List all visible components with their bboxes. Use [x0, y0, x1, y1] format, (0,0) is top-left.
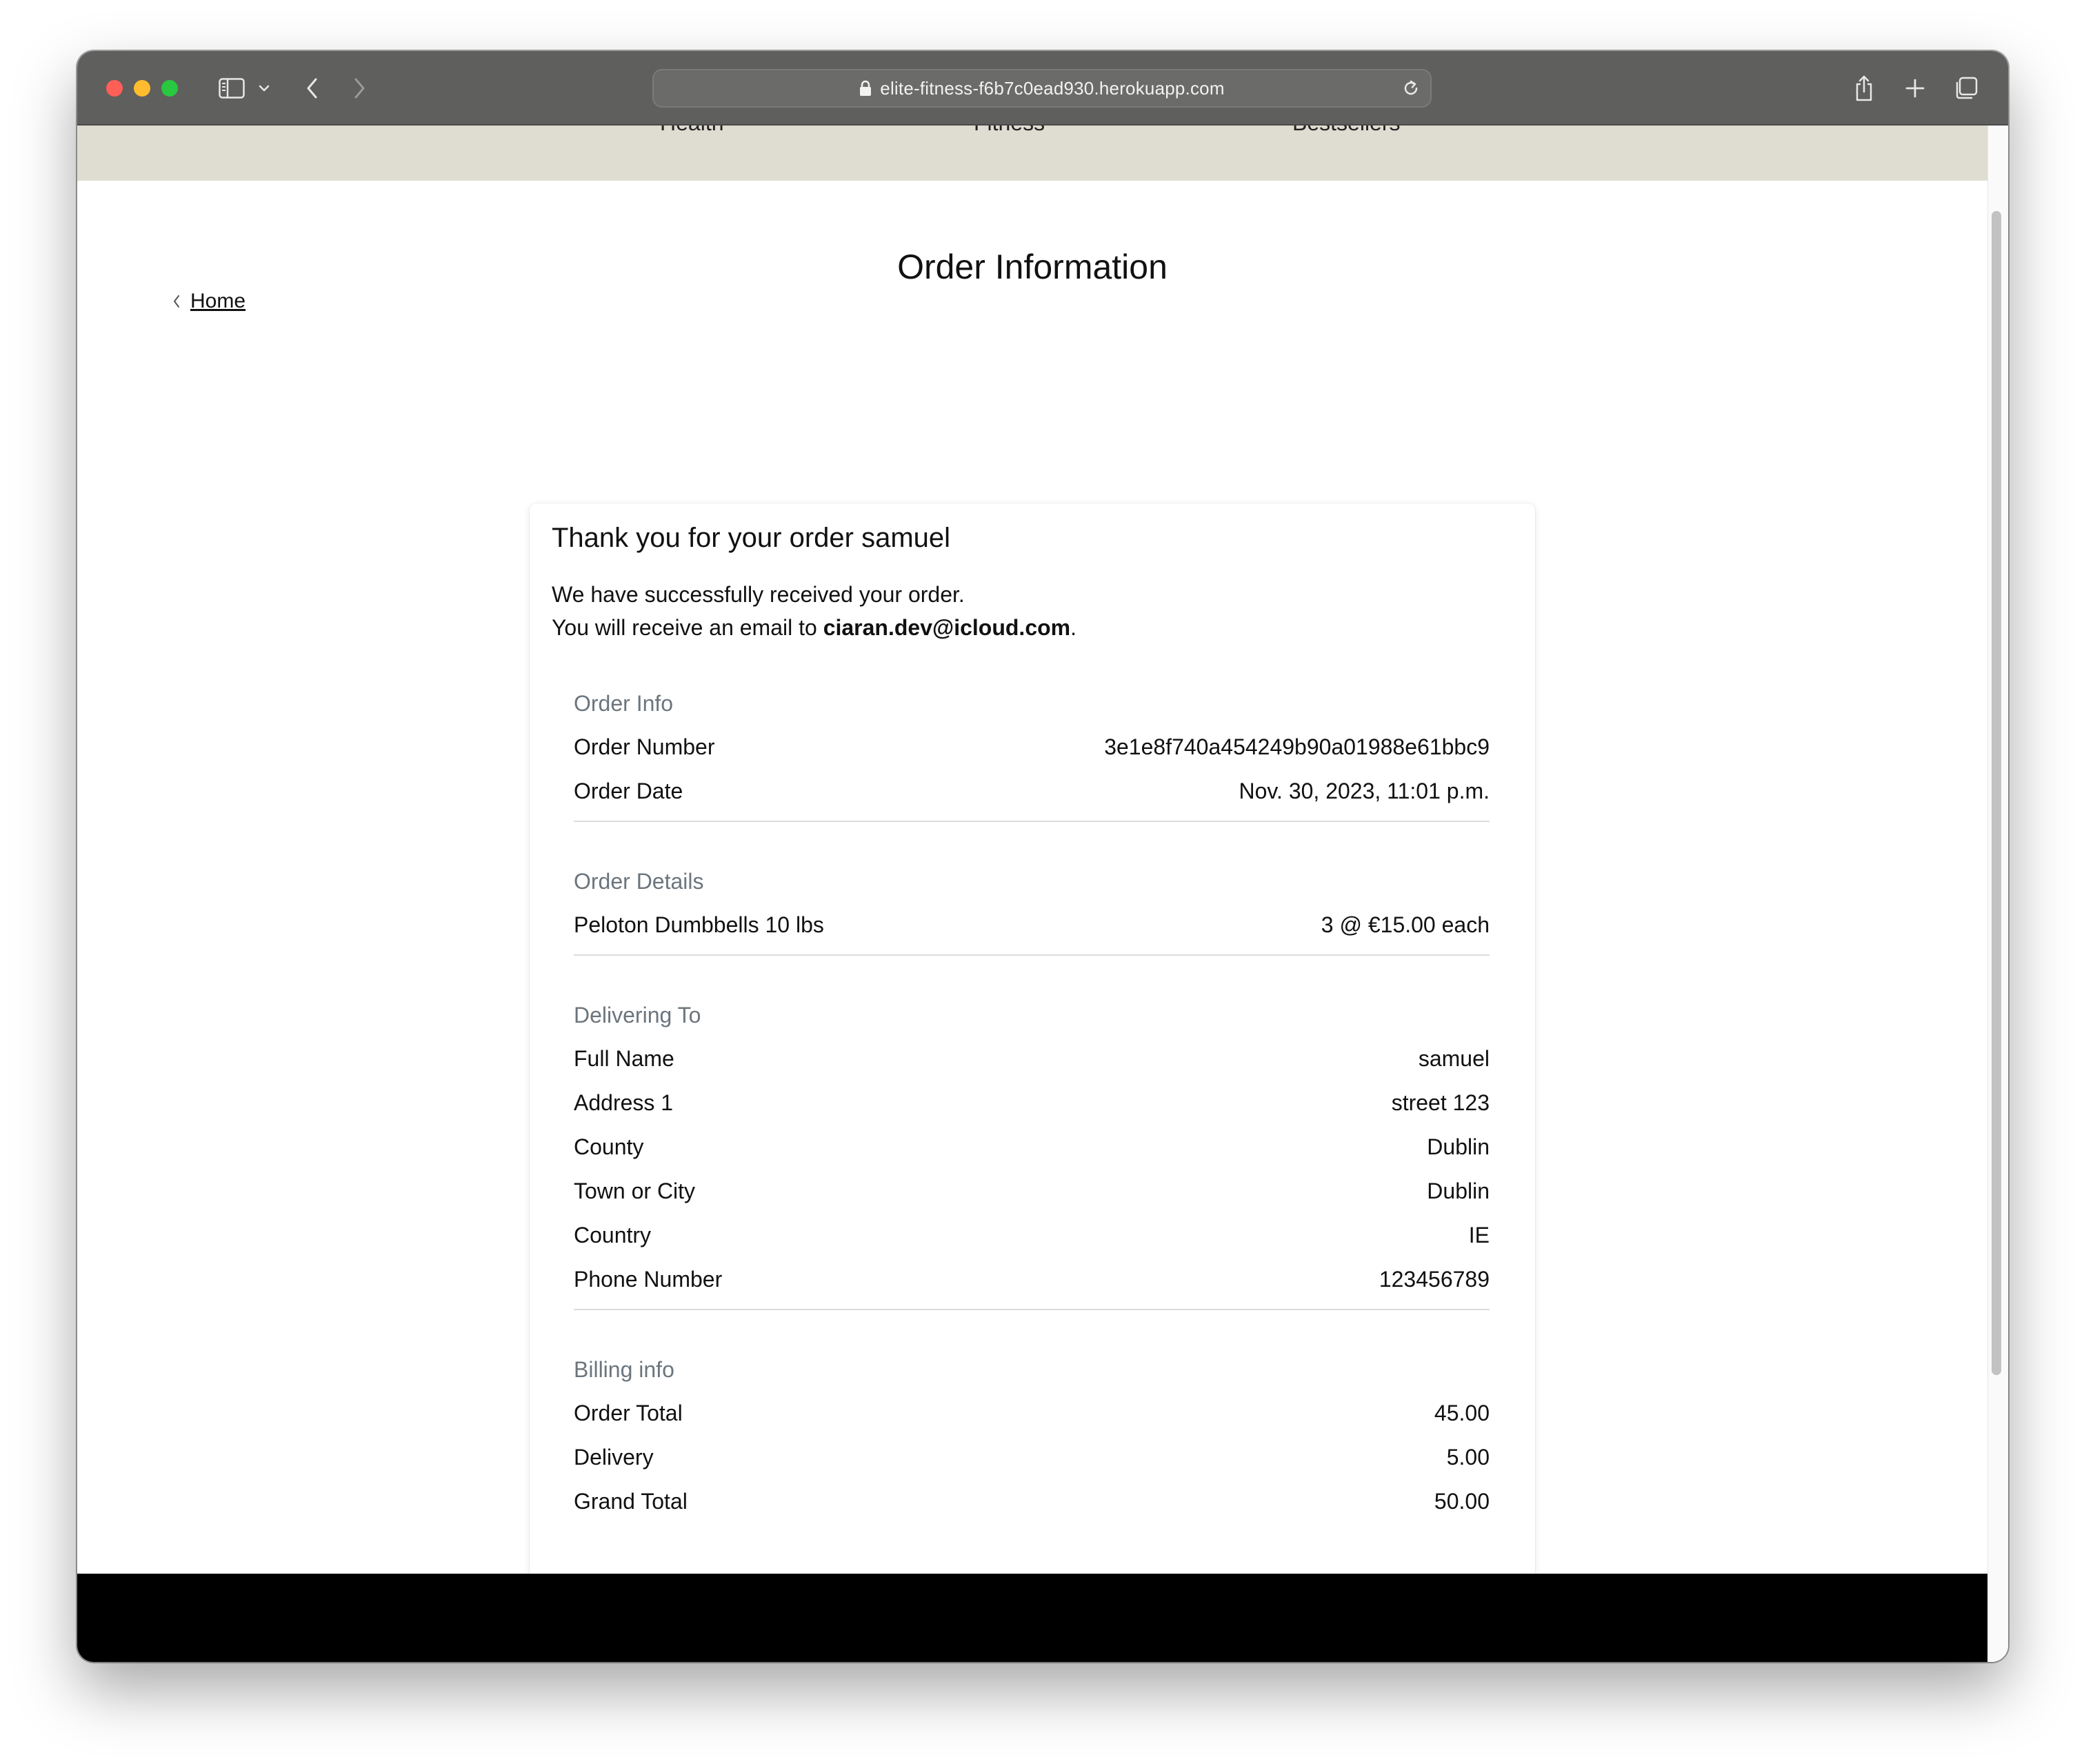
nav-link-health[interactable]: Health — [660, 126, 724, 136]
row-value: 3 @ €15.00 each — [1321, 912, 1490, 937]
row-label: Delivery — [574, 1444, 654, 1470]
row-value: 45.00 — [1434, 1400, 1490, 1425]
county-row: County Dublin — [574, 1130, 1490, 1164]
sidebar-icon — [219, 78, 245, 99]
line-item-row: Peloton Dumbbells 10 lbs 3 @ €15.00 each — [574, 908, 1490, 942]
section-divider — [574, 1309, 1490, 1310]
delivering-to-heading: Delivering To — [574, 1003, 701, 1028]
back-button[interactable] — [295, 72, 330, 105]
row-label: Peloton Dumbbells 10 lbs — [574, 912, 824, 937]
new-tab-button[interactable] — [1898, 72, 1932, 105]
row-label: Country — [574, 1222, 652, 1247]
lock-icon — [859, 80, 872, 97]
order-details-heading: Order Details — [574, 869, 704, 894]
chevron-left-icon — [305, 77, 319, 99]
phone-row: Phone Number 123456789 — [574, 1262, 1490, 1296]
page-viewport: Health Fitness Bestsellers Order Informa… — [77, 126, 1987, 1662]
order-number-row: Order Number 3e1e8f740a454249b90a01988e6… — [574, 730, 1490, 764]
plus-icon — [1905, 78, 1925, 99]
chevron-left-icon — [172, 294, 181, 309]
row-value: Dublin — [1427, 1178, 1490, 1203]
tab-overview-button[interactable] — [1949, 72, 1983, 105]
scrollbar-thumb[interactable] — [1992, 211, 2001, 1375]
row-label: Order Total — [574, 1400, 683, 1425]
town-row: Town or City Dublin — [574, 1174, 1490, 1208]
row-value: 5.00 — [1446, 1444, 1490, 1470]
email-message-prefix: You will receive an email to — [552, 615, 823, 640]
order-info-heading: Order Info — [574, 691, 674, 716]
row-value: street 123 — [1391, 1090, 1490, 1115]
zoom-window-button[interactable] — [161, 80, 178, 97]
section-divider — [574, 821, 1490, 822]
address-bar[interactable]: elite-fitness-f6b7c0ead930.herokuapp.com — [652, 69, 1432, 108]
delivery-row: Delivery 5.00 — [574, 1440, 1490, 1474]
nav-link-bestsellers[interactable]: Bestsellers — [1292, 126, 1401, 136]
email-message: You will receive an email to ciaran.dev@… — [552, 615, 1076, 641]
sidebar-menu-button[interactable] — [254, 72, 274, 105]
row-value: 123456789 — [1379, 1266, 1490, 1292]
row-value: Nov. 30, 2023, 11:01 p.m. — [1239, 778, 1490, 803]
row-value: Dublin — [1427, 1134, 1490, 1159]
address-row: Address 1 street 123 — [574, 1085, 1490, 1120]
row-value: 3e1e8f740a454249b90a01988e61bbc9 — [1104, 734, 1490, 759]
nav-link-fitness[interactable]: Fitness — [974, 126, 1045, 136]
row-value: 50.00 — [1434, 1488, 1490, 1514]
row-label: County — [574, 1134, 644, 1159]
share-button[interactable] — [1847, 72, 1881, 105]
row-label: Town or City — [574, 1178, 696, 1203]
row-label: Order Number — [574, 734, 715, 759]
forward-button[interactable] — [342, 72, 377, 105]
row-label: Order Date — [574, 778, 683, 803]
share-icon — [1854, 74, 1874, 102]
grand-total-row: Grand Total 50.00 — [574, 1484, 1490, 1519]
minimize-window-button[interactable] — [134, 80, 150, 97]
close-window-button[interactable] — [106, 80, 123, 97]
thank-you-heading: Thank you for your order samuel — [552, 523, 951, 553]
section-divider — [574, 954, 1490, 956]
breadcrumb: Home — [172, 290, 246, 313]
browser-window: elite-fitness-f6b7c0ead930.herokuapp.com — [77, 51, 2008, 1662]
row-label: Phone Number — [574, 1266, 723, 1292]
main-nav: Health Fitness Bestsellers — [77, 126, 1987, 181]
browser-toolbar: elite-fitness-f6b7c0ead930.herokuapp.com — [77, 51, 2008, 126]
page-title: Order Information — [897, 248, 1168, 286]
order-received-message: We have successfully received your order… — [552, 582, 965, 607]
email-message-suffix: . — [1070, 615, 1076, 640]
page-footer — [77, 1574, 1987, 1662]
row-label: Full Name — [574, 1045, 674, 1071]
row-label: Address 1 — [574, 1090, 674, 1115]
order-confirmation-card: Thank you for your order samuel We have … — [530, 503, 1535, 1583]
billing-info-heading: Billing info — [574, 1357, 674, 1382]
chevron-down-icon — [258, 84, 270, 92]
order-total-row: Order Total 45.00 — [574, 1396, 1490, 1430]
full-name-row: Full Name samuel — [574, 1041, 1490, 1076]
row-value: samuel — [1418, 1045, 1490, 1071]
customer-email: ciaran.dev@icloud.com — [823, 615, 1071, 640]
reload-icon[interactable] — [1401, 79, 1421, 101]
country-row: Country IE — [574, 1218, 1490, 1252]
row-label: Grand Total — [574, 1488, 688, 1514]
home-link[interactable]: Home — [190, 290, 246, 313]
chevron-right-icon — [352, 77, 366, 99]
order-date-row: Order Date Nov. 30, 2023, 11:01 p.m. — [574, 774, 1490, 808]
tabs-overview-icon — [1954, 76, 1978, 101]
row-value: IE — [1468, 1222, 1490, 1247]
sidebar-toggle-button[interactable] — [211, 72, 252, 105]
url-text: elite-fitness-f6b7c0ead930.herokuapp.com — [880, 77, 1225, 99]
